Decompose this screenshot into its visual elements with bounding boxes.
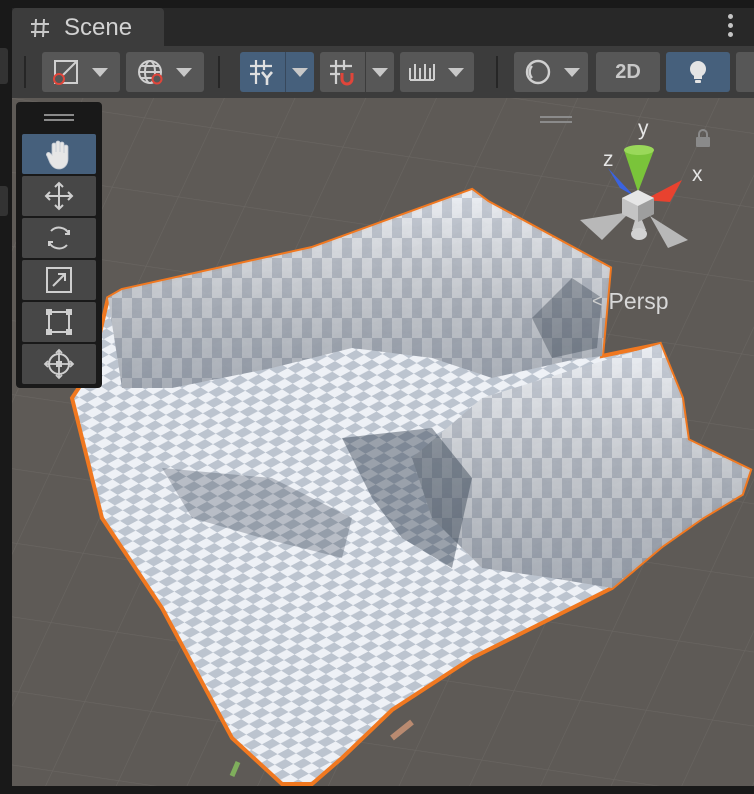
move-icon <box>44 181 74 211</box>
tab-title: Scene <box>64 14 133 41</box>
projection-label: Persp <box>608 288 669 314</box>
ruler-dropdown[interactable] <box>400 52 474 92</box>
snap-dropdown-arrow[interactable] <box>365 52 394 92</box>
global-toggle-dropdown[interactable] <box>126 52 204 92</box>
tool-move[interactable] <box>22 176 96 216</box>
gizmo-drag-handle[interactable] <box>540 116 572 118</box>
chevron-down-icon <box>292 67 308 77</box>
x-axis-label: x <box>692 163 703 186</box>
chevron-down-icon <box>92 67 108 77</box>
neg-x-cone <box>580 212 630 240</box>
scene-toolbar: 2D <box>12 46 754 98</box>
y-axis-label: y <box>638 117 649 140</box>
scale-icon <box>46 267 72 293</box>
scene-hash-icon <box>31 18 49 38</box>
tool-transform[interactable] <box>22 344 96 384</box>
chevron-down-icon <box>176 67 192 77</box>
tool-rotate[interactable] <box>22 218 96 258</box>
chevron-left-icon: < <box>592 291 603 311</box>
projection-toggle[interactable]: < Persp <box>592 288 669 315</box>
grid-y-icon <box>250 60 273 85</box>
overlay-drag-handle[interactable] <box>44 114 74 116</box>
lighting-toggle[interactable] <box>666 52 730 92</box>
kebab-menu-icon[interactable] <box>728 14 734 38</box>
increment-snap-dropdown[interactable] <box>320 52 394 92</box>
globe-icon <box>138 60 163 85</box>
transform-icon <box>43 348 75 380</box>
render-sphere-icon <box>525 59 551 85</box>
scene-window: Scene 2D y z x < Persp <box>0 0 754 794</box>
window-bottom-edge <box>0 786 754 794</box>
grid-snapping-toggle[interactable] <box>240 52 314 92</box>
tab-scene[interactable]: Scene <box>12 8 164 48</box>
light-bulb-icon <box>690 61 706 83</box>
z-axis-label: z <box>603 148 614 171</box>
tool-rect[interactable] <box>22 302 96 342</box>
neg-z-cone <box>650 216 688 248</box>
shaded-draw-mode-icon <box>53 60 78 85</box>
left-dock-edge <box>0 46 12 794</box>
grid-dropdown-arrow[interactable] <box>285 52 314 92</box>
tool-scale[interactable] <box>22 260 96 300</box>
y-axis-cone <box>624 150 654 192</box>
overflow-button[interactable] <box>736 52 754 92</box>
hand-icon <box>46 140 69 170</box>
tools-overlay <box>16 102 102 388</box>
mode-2d-button[interactable]: 2D <box>596 52 660 92</box>
chevron-down-icon <box>564 67 580 77</box>
rotate-icon <box>48 226 70 250</box>
render-mode-dropdown[interactable] <box>514 52 588 92</box>
chevron-down-icon <box>448 67 464 77</box>
tool-hand[interactable] <box>22 134 96 174</box>
draw-mode-dropdown[interactable] <box>42 52 120 92</box>
ruler-icon <box>409 64 435 81</box>
z-axis-cone <box>608 168 634 196</box>
chevron-down-icon <box>372 67 388 77</box>
snap-magnet-icon <box>330 60 354 86</box>
rect-transform-icon <box>46 309 72 335</box>
